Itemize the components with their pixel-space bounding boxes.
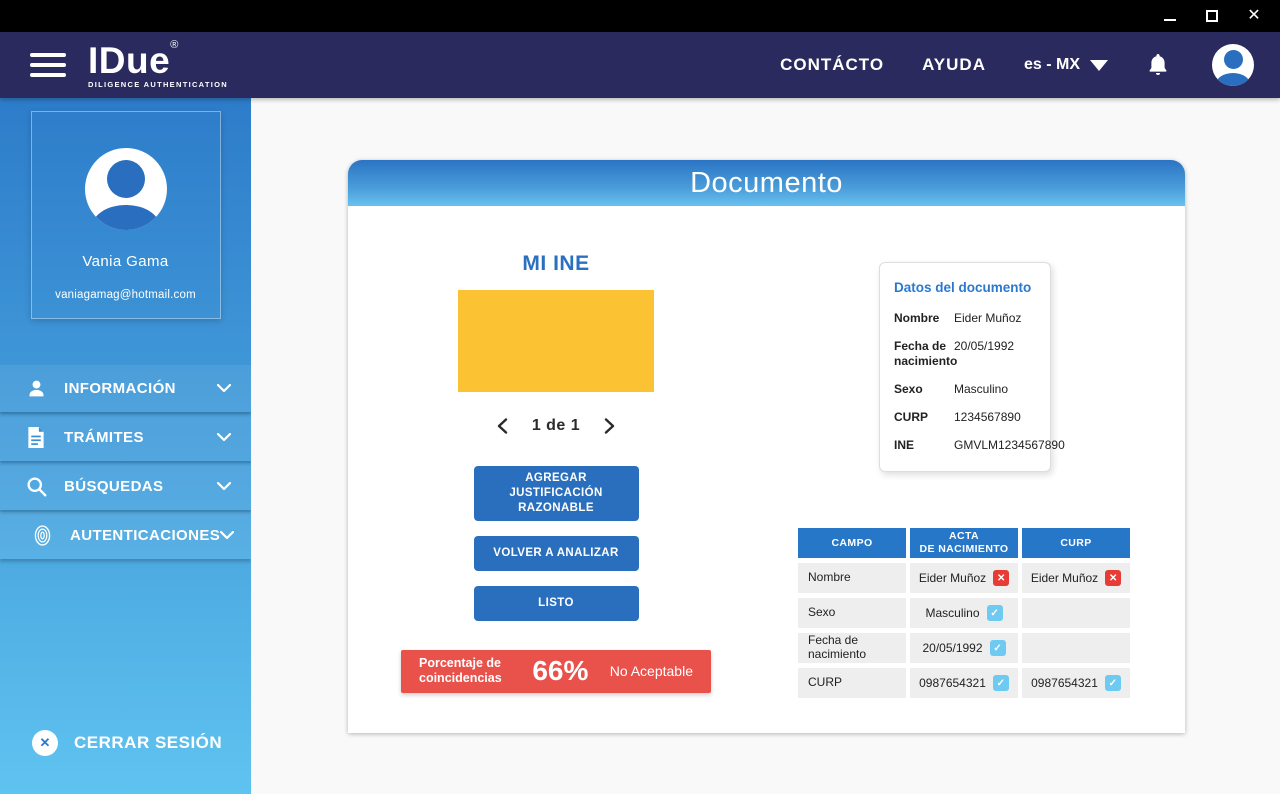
reanalyze-button[interactable]: VOLVER A ANALIZAR bbox=[474, 536, 639, 571]
mismatch-x-icon: ✕ bbox=[993, 570, 1009, 586]
close-button[interactable]: ✕ bbox=[1246, 8, 1262, 24]
notifications-bell-icon[interactable] bbox=[1146, 52, 1170, 78]
user-email: vaniagamag@hotmail.com bbox=[32, 289, 220, 301]
table-cell-curp-fecha-empty bbox=[1022, 633, 1130, 663]
document-details-panel: Datos del documento Nombre Eider Muñoz F… bbox=[879, 262, 1051, 472]
chevron-down-icon bbox=[217, 429, 231, 447]
match-label: Porcentaje de coincidencias bbox=[419, 656, 511, 687]
prev-page-icon[interactable] bbox=[497, 418, 508, 434]
user-card: Vania Gama vaniagamag@hotmail.com bbox=[31, 111, 221, 319]
details-title: Datos del documento bbox=[894, 280, 1036, 295]
search-icon bbox=[24, 476, 48, 497]
chevron-down-icon bbox=[217, 380, 231, 398]
language-selector[interactable]: es - MX bbox=[1024, 56, 1108, 74]
add-justification-button[interactable]: AGREGAR JUSTIFICACIÓN RAZONABLE bbox=[474, 466, 639, 521]
document-pager: 1 de 1 bbox=[497, 417, 615, 435]
sidebar-item-busquedas[interactable]: BÚSQUEDAS bbox=[0, 463, 251, 510]
nav-link-ayuda[interactable]: AYUDA bbox=[922, 55, 986, 75]
user-avatar[interactable] bbox=[1212, 44, 1254, 86]
main-content: Documento MI INE 1 de 1 bbox=[251, 98, 1280, 794]
logo-title: IDue bbox=[88, 40, 170, 81]
fingerprint-icon bbox=[30, 525, 54, 546]
maximize-button[interactable] bbox=[1204, 8, 1220, 24]
match-check-icon: ✓ bbox=[1105, 675, 1121, 691]
detail-row-curp: CURP 1234567890 bbox=[894, 410, 1036, 425]
detail-row-ine: INE GMVLM1234567890 bbox=[894, 438, 1036, 453]
detail-row-nombre: Nombre Eider Muñoz bbox=[894, 311, 1036, 326]
page-indicator: 1 de 1 bbox=[532, 417, 580, 435]
user-name: Vania Gama bbox=[32, 253, 220, 270]
sidebar-item-autenticaciones[interactable]: AUTENTICACIONES bbox=[0, 512, 251, 559]
document-name: MI INE bbox=[522, 252, 589, 276]
close-icon: ✕ bbox=[1247, 8, 1260, 24]
detail-row-sexo: Sexo Masculino bbox=[894, 382, 1036, 397]
maximize-icon bbox=[1206, 10, 1218, 22]
logout-label: CERRAR SESIÓN bbox=[74, 733, 222, 753]
comparison-table: CAMPO ACTADE NACIMIENTO CURP Nombre Eide… bbox=[798, 528, 1130, 698]
minimize-icon bbox=[1164, 12, 1176, 21]
table-cell-curp-curp: 0987654321 ✓ bbox=[1022, 668, 1130, 698]
done-button[interactable]: LISTO bbox=[474, 586, 639, 621]
sidebar-item-label: INFORMACIÓN bbox=[64, 380, 176, 397]
column-header-campo: CAMPO bbox=[798, 528, 906, 558]
column-header-acta: ACTADE NACIMIENTO bbox=[910, 528, 1018, 558]
chevron-down-icon bbox=[1090, 60, 1108, 71]
close-circle-icon: ✕ bbox=[32, 730, 58, 756]
document-card-header: Documento bbox=[348, 160, 1185, 206]
document-image-placeholder[interactable] bbox=[458, 290, 654, 392]
language-label: es - MX bbox=[1024, 56, 1080, 74]
next-page-icon[interactable] bbox=[604, 418, 615, 434]
minimize-button[interactable] bbox=[1162, 8, 1178, 24]
sidebar: Vania Gama vaniagamag@hotmail.com INFORM… bbox=[0, 98, 251, 794]
table-cell-acta-nombre: Eider Muñoz ✕ bbox=[910, 563, 1018, 593]
mismatch-x-icon: ✕ bbox=[1105, 570, 1121, 586]
table-row-field: CURP bbox=[798, 668, 906, 698]
window-titlebar: ✕ bbox=[0, 0, 1280, 32]
column-header-curp: CURP bbox=[1022, 528, 1130, 558]
match-percentage-banner: Porcentaje de coincidencias 66% No Acept… bbox=[401, 650, 711, 693]
document-icon bbox=[24, 427, 48, 448]
sidebar-item-tramites[interactable]: TRÁMITES bbox=[0, 414, 251, 461]
table-cell-acta-sexo: Masculino ✓ bbox=[910, 598, 1018, 628]
sidebar-item-label: TRÁMITES bbox=[64, 429, 144, 446]
table-cell-curp-sexo-empty bbox=[1022, 598, 1130, 628]
table-cell-acta-curp: 0987654321 ✓ bbox=[910, 668, 1018, 698]
sidebar-item-label: AUTENTICACIONES bbox=[70, 527, 220, 544]
table-row-field: Nombre bbox=[798, 563, 906, 593]
table-cell-curp-nombre: Eider Muñoz ✕ bbox=[1022, 563, 1130, 593]
table-row-field: Sexo bbox=[798, 598, 906, 628]
table-cell-acta-fecha: 20/05/1992 ✓ bbox=[910, 633, 1018, 663]
chevron-down-icon bbox=[217, 478, 231, 496]
match-status: No Aceptable bbox=[610, 663, 693, 679]
user-avatar-icon bbox=[85, 148, 167, 230]
logo-subtitle: DILIGENCE AUTHENTICATION bbox=[88, 81, 228, 89]
logout-button[interactable]: ✕ CERRAR SESIÓN bbox=[32, 730, 222, 756]
person-icon bbox=[24, 378, 48, 399]
sidebar-menu: INFORMACIÓN TRÁMITES BÚSQUEDAS bbox=[0, 365, 251, 559]
nav-link-contacto[interactable]: CONTÁCTO bbox=[780, 55, 884, 75]
match-check-icon: ✓ bbox=[993, 675, 1009, 691]
sidebar-item-label: BÚSQUEDAS bbox=[64, 478, 163, 495]
sidebar-item-informacion[interactable]: INFORMACIÓN bbox=[0, 365, 251, 412]
detail-row-fecha: Fecha de nacimiento 20/05/1992 bbox=[894, 339, 1036, 369]
match-check-icon: ✓ bbox=[990, 640, 1006, 656]
match-value: 66% bbox=[532, 655, 588, 687]
top-navbar: IDue® DILIGENCE AUTHENTICATION CONTÁCTO … bbox=[0, 32, 1280, 98]
chevron-down-icon bbox=[220, 527, 234, 545]
hamburger-menu-icon[interactable] bbox=[30, 53, 66, 77]
app-logo: IDue® DILIGENCE AUTHENTICATION bbox=[88, 42, 228, 89]
table-row-field: Fecha de nacimiento bbox=[798, 633, 906, 663]
match-check-icon: ✓ bbox=[987, 605, 1003, 621]
page-title: Documento bbox=[690, 167, 843, 200]
registered-mark: ® bbox=[170, 39, 178, 51]
document-card: Documento MI INE 1 de 1 bbox=[348, 160, 1185, 733]
